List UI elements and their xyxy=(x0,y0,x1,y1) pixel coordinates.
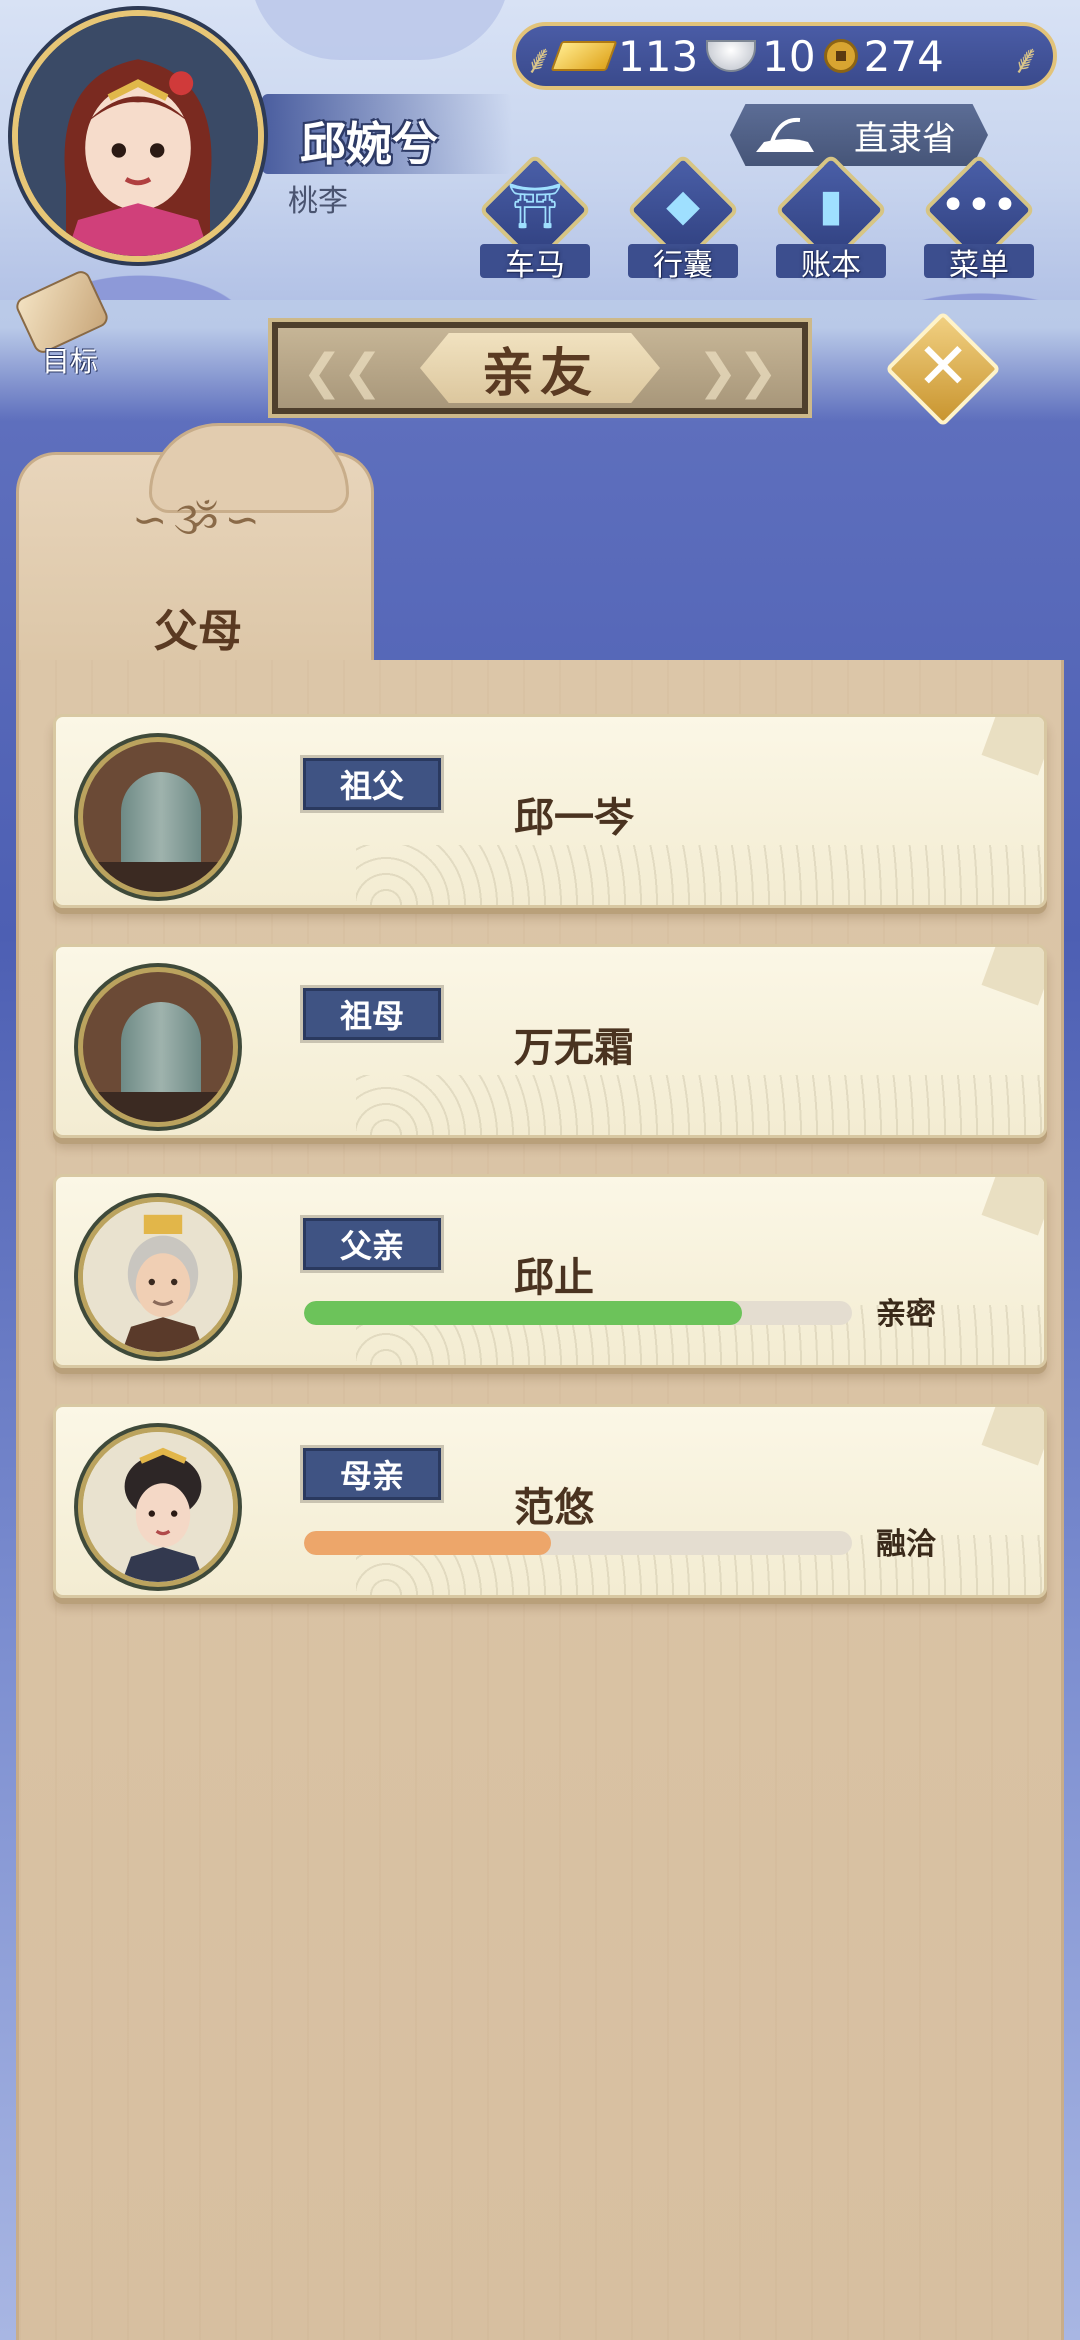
title-banner: ❮❮ 亲友 ❯❯ xyxy=(268,318,812,418)
menu-label: 菜单 xyxy=(949,248,1009,283)
tab-label: 父母 xyxy=(154,606,242,657)
ledger-button[interactable]: ▮ 账本 xyxy=(766,153,896,283)
wave-pattern xyxy=(356,845,1044,905)
ledger-icon: ▮ xyxy=(818,180,844,231)
menu-row: ⛩ 车马 ◆ 行囊 ▮ 账本 ••• 菜单 xyxy=(470,153,1050,283)
wave-pattern xyxy=(356,1075,1044,1135)
father-avatar xyxy=(78,1197,238,1357)
close-icon[interactable]: ✕ xyxy=(902,326,984,408)
family-panel: 祖父 邱一岑 祖母 万无霜 父亲 邱止 亲密 母亲 范悠 融洽 xyxy=(16,660,1064,2340)
bamboo-right-icon: ⸙ xyxy=(1011,37,1041,83)
player-title: 桃李 xyxy=(288,184,348,219)
relationship-label: 亲密 xyxy=(876,1297,936,1332)
gold-bar-icon xyxy=(550,41,618,71)
gold-value: 113 xyxy=(618,31,699,81)
relationship-fill xyxy=(304,1301,743,1325)
copper-value: 274 xyxy=(863,31,944,81)
tab-parents[interactable]: ∽ૐ∽ 父母 xyxy=(16,423,374,672)
currency-bar: ⸙ 113 10 274 ⸙ xyxy=(512,22,1057,90)
member-name: 万无霜 xyxy=(514,1025,634,1071)
member-card-grandmother[interactable]: 祖母 万无霜 xyxy=(53,944,1047,1138)
iron-icon xyxy=(756,117,814,152)
title-inner: ❮❮ 亲友 ❯❯ xyxy=(278,328,802,408)
copper-currency: 274 xyxy=(823,31,944,81)
member-card-grandfather[interactable]: 祖父 邱一岑 xyxy=(53,714,1047,908)
relationship-bar xyxy=(304,1531,852,1555)
carriage-icon: ⛩ xyxy=(507,181,563,232)
ledger-label: 账本 xyxy=(801,248,861,283)
member-card-mother[interactable]: 母亲 范悠 融洽 xyxy=(53,1404,1047,1598)
chevron-right-icon: ❯❯ xyxy=(697,344,778,400)
father-portrait-icon xyxy=(83,1202,233,1352)
player-name: 邱婉兮 xyxy=(300,117,438,171)
copper-coin-icon xyxy=(823,39,858,73)
member-card-father[interactable]: 父亲 邱止 亲密 xyxy=(53,1174,1047,1368)
role-badge: 父亲 xyxy=(300,1215,444,1273)
bag-label: 行囊 xyxy=(653,248,713,283)
player-portrait-icon xyxy=(18,16,258,256)
bag-icon: ◆ xyxy=(666,180,700,231)
member-name: 邱止 xyxy=(514,1255,594,1301)
page-title: 亲友 xyxy=(420,333,660,403)
chevron-left-icon: ❮❮ xyxy=(302,344,383,400)
menu-button[interactable]: ••• 菜单 xyxy=(914,153,1044,283)
silver-ingot-icon xyxy=(706,40,757,72)
location-label: 直隶省 xyxy=(854,118,956,159)
relationship-bar xyxy=(304,1301,852,1325)
role-badge: 祖父 xyxy=(300,755,444,813)
tombstone-avatar xyxy=(78,737,238,897)
role-badge: 祖母 xyxy=(300,985,444,1043)
bamboo-left-icon: ⸙ xyxy=(524,37,554,83)
player-avatar[interactable] xyxy=(12,10,264,262)
tombstone-avatar xyxy=(78,967,238,1127)
tomb-base xyxy=(83,862,233,892)
cloud-ornament-icon: ∽ૐ∽ xyxy=(132,495,266,544)
silver-currency: 10 xyxy=(706,31,816,81)
member-name: 范悠 xyxy=(514,1485,594,1531)
mother-avatar xyxy=(78,1427,238,1587)
goal-button[interactable]: 目标 xyxy=(12,267,122,382)
relationship-label: 融洽 xyxy=(876,1527,936,1562)
bag-button[interactable]: ◆ 行囊 xyxy=(618,153,748,283)
carriage-button[interactable]: ⛩ 车马 xyxy=(470,153,600,283)
silver-value: 10 xyxy=(762,31,816,81)
mother-portrait-icon xyxy=(83,1432,233,1582)
tomb-base xyxy=(83,1092,233,1122)
member-name: 邱一岑 xyxy=(514,795,634,841)
carriage-label: 车马 xyxy=(505,248,565,283)
gold-currency: 113 xyxy=(550,31,699,81)
relationship-fill xyxy=(304,1531,551,1555)
location-button[interactable]: 直隶省 xyxy=(730,104,988,166)
role-badge: 母亲 xyxy=(300,1445,444,1503)
more-icon: ••• xyxy=(940,180,1018,231)
goal-label: 目标 xyxy=(42,345,99,378)
